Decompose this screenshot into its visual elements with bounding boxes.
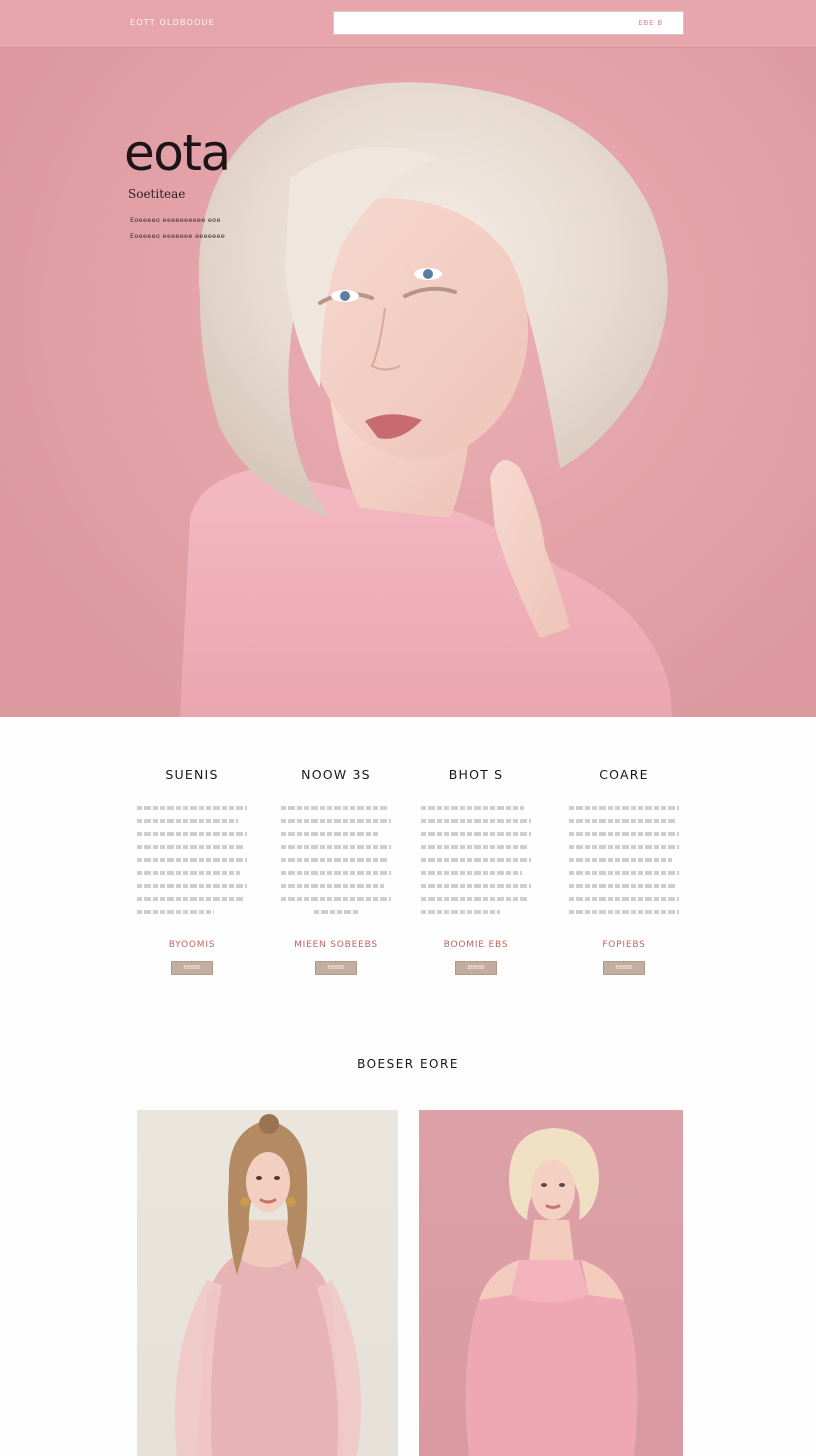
feature-button[interactable]: BBBBB bbox=[455, 961, 497, 975]
gallery-title: BOESER EORE bbox=[357, 1057, 459, 1071]
brand-name[interactable]: EOTT OLDBOOUE bbox=[130, 18, 215, 27]
product-card[interactable] bbox=[137, 1110, 398, 1456]
feature-title: COARE bbox=[599, 767, 649, 782]
feature-column: BHOT S BOOMIE EBS BBBBB bbox=[421, 767, 531, 975]
hero-model-image bbox=[180, 82, 672, 717]
feature-column: NOOW 3S MIEEN SOBEEBS BBBBB bbox=[281, 767, 391, 975]
feature-link[interactable]: BOOMIE EBS bbox=[421, 940, 531, 950]
feature-button[interactable]: BBBBB bbox=[315, 961, 357, 975]
search-input[interactable] bbox=[334, 12, 624, 34]
feature-button[interactable]: BBBBB bbox=[171, 961, 213, 975]
top-header: EOTT OLDBOOUE EBE B bbox=[0, 0, 816, 48]
hero-logo: eota bbox=[124, 124, 231, 182]
hero-line-2: Eoeeeeo eeeeeee eeeeeee bbox=[130, 232, 226, 240]
feature-text-placeholder bbox=[281, 806, 391, 914]
feature-title: SUENIS bbox=[165, 767, 219, 782]
feature-link[interactable]: FOPIEBS bbox=[569, 940, 679, 950]
feature-column: COARE FOPIEBS BBBBB bbox=[569, 767, 679, 975]
hero-tagline: Soetiteae bbox=[128, 187, 186, 201]
feature-link[interactable]: BYOOMIS bbox=[137, 940, 247, 950]
hero-line-1: Eoeeeeo eeeeeeeeee eoe bbox=[130, 216, 221, 224]
feature-title: BHOT S bbox=[448, 767, 504, 782]
feature-title: NOOW 3S bbox=[301, 767, 371, 782]
feature-text-placeholder bbox=[137, 806, 247, 914]
search-bar: EBE B bbox=[333, 11, 684, 35]
feature-text-placeholder bbox=[421, 806, 531, 914]
search-button[interactable]: EBE B bbox=[638, 19, 663, 27]
product-image bbox=[175, 1114, 362, 1456]
feature-link[interactable]: MIEEN SOBEEBS bbox=[281, 940, 391, 950]
hero-banner: eota Soetiteae Eoeeeeo eeeeeeeeee eoe Eo… bbox=[0, 48, 816, 717]
feature-column: SUENIS BYOOMIS BBBBB bbox=[137, 767, 247, 975]
feature-text-placeholder bbox=[569, 806, 679, 914]
product-image bbox=[465, 1128, 638, 1456]
feature-button[interactable]: BBBBB bbox=[603, 961, 645, 975]
product-card[interactable] bbox=[419, 1110, 683, 1456]
features-section: SUENIS BYOOMIS BBBBB NOOW 3S MIEEN SOBEE… bbox=[0, 717, 816, 1017]
